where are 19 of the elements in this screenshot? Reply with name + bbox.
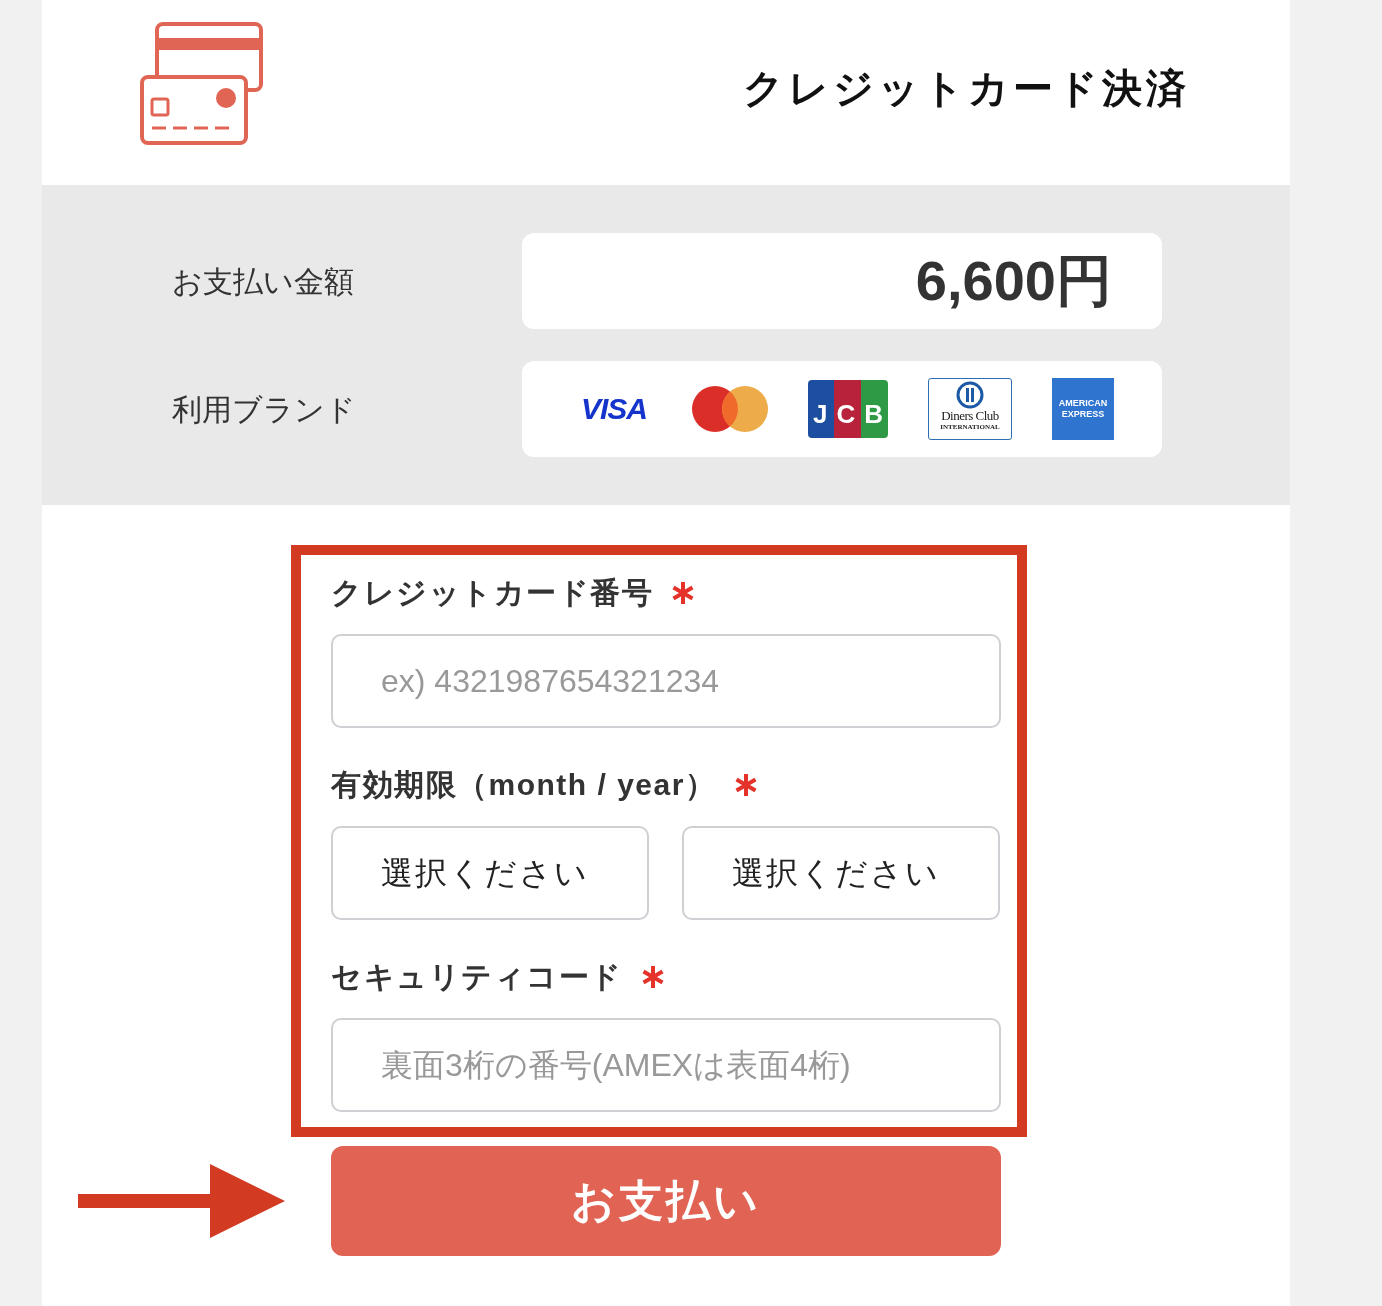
logo-text: Diners Club — [941, 409, 999, 423]
amount-label: お支払い金額 — [172, 263, 355, 300]
input-field[interactable]: ex) 4321987654321234 — [331, 634, 1001, 728]
field-label: クレジットカード番号 — [331, 575, 653, 611]
card-brand-logo: VISA — [580, 393, 648, 425]
field-label: セキュリティコード — [331, 959, 623, 995]
logo-subtext: EXPRESS — [1061, 409, 1105, 420]
amount-value: 6,600円 — [915, 248, 1112, 314]
page-title: クレジットカード決済 — [743, 65, 1190, 112]
input-field[interactable]: 裏面3桁の番号(AMEXは表面4桁) — [331, 1018, 1001, 1112]
select-field[interactable]: 選択ください — [682, 826, 1000, 920]
overlapping-circles-icon — [692, 386, 768, 432]
select-field[interactable]: 選択ください — [331, 826, 649, 920]
right-arrow-icon — [78, 1164, 285, 1238]
brands-label: 利用ブランド — [172, 391, 357, 428]
logo-text: AMERICAN — [1058, 398, 1108, 409]
credit-cards-icon — [140, 22, 264, 146]
ring-icon — [956, 381, 984, 409]
field-label: 有効期限（month / year） — [331, 767, 717, 803]
